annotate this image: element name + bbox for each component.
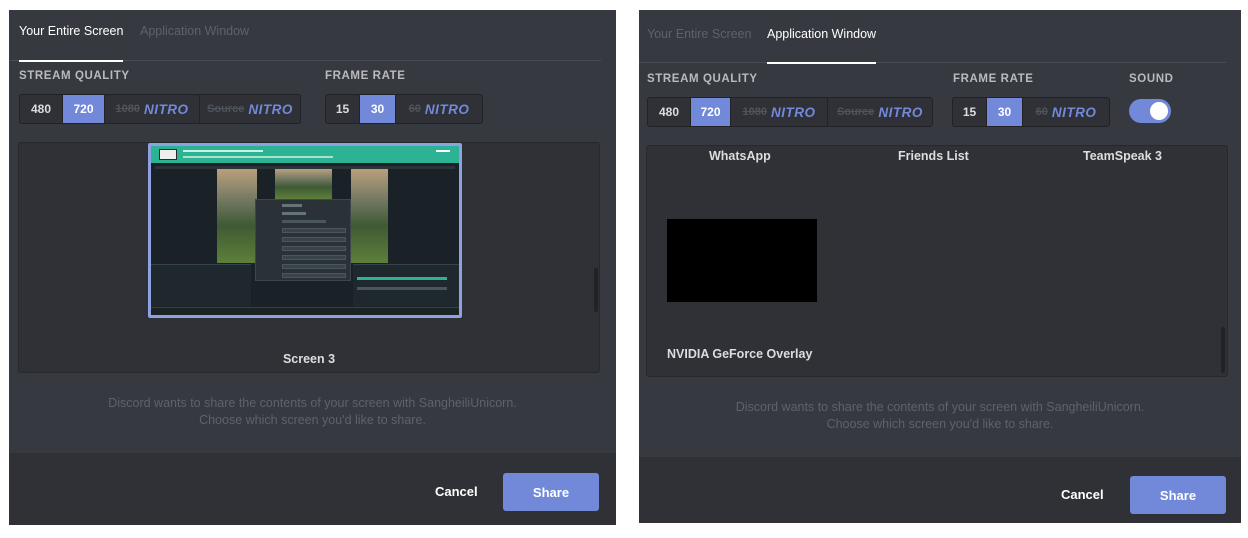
frame-rate-selector: 15 30 60 NITRO	[952, 97, 1110, 127]
fps-60-label: 60	[1035, 106, 1048, 118]
share-description-line-2: Choose which screen you'd like to share.	[826, 417, 1054, 431]
source-whatsapp-label[interactable]: WhatsApp	[709, 149, 771, 163]
stream-quality-label: STREAM QUALITY	[19, 70, 130, 82]
source-friends-list-label[interactable]: Friends List	[898, 149, 969, 163]
share-description-line-1: Discord wants to share the contents of y…	[735, 400, 1145, 414]
application-source-list: WhatsApp Friends List TeamSpeak 3 NVIDIA…	[646, 145, 1228, 377]
frame-rate-label: FRAME RATE	[953, 73, 1034, 85]
quality-1080-nitro-button[interactable]: 1080 NITRO	[731, 98, 828, 126]
stream-quality-selector: 480 720 1080 NITRO Source NITRO	[647, 97, 933, 127]
fps-60-label: 60	[408, 103, 421, 115]
quality-source-nitro-button[interactable]: Source NITRO	[200, 95, 300, 123]
stream-quality-selector: 480 720 1080 NITRO Source NITRO	[19, 94, 301, 124]
source-list-scrollbar[interactable]	[1221, 327, 1225, 373]
source-list-scrollbar[interactable]	[594, 268, 598, 312]
cancel-button[interactable]: Cancel	[435, 484, 478, 499]
fps-30-button[interactable]: 30	[360, 95, 396, 123]
screen-preview-image	[151, 146, 459, 315]
cancel-button[interactable]: Cancel	[1061, 487, 1104, 502]
frame-rate-selector: 15 30 60 NITRO	[325, 94, 483, 124]
quality-source-nitro-button[interactable]: Source NITRO	[828, 98, 932, 126]
nitro-badge: NITRO	[770, 104, 816, 120]
share-button[interactable]: Share	[1130, 476, 1226, 514]
fps-15-button[interactable]: 15	[326, 95, 360, 123]
nitro-badge: NITRO	[143, 101, 189, 117]
screen-3-label: Screen 3	[282, 352, 336, 366]
tab-application-window[interactable]: Application Window	[767, 10, 877, 64]
nitro-badge: NITRO	[878, 104, 923, 120]
nitro-badge: NITRO	[248, 101, 293, 117]
source-nvidia-overlay-label[interactable]: NVIDIA GeForce Overlay	[667, 347, 812, 361]
quality-source-label: Source	[837, 106, 875, 118]
share-description-line-2: Choose which screen you'd like to share.	[199, 413, 426, 427]
screen-source-list: Screen 3	[18, 142, 600, 373]
quality-720-button[interactable]: 720	[63, 95, 105, 123]
quality-480-button[interactable]: 480	[648, 98, 691, 126]
nitro-badge: NITRO	[1051, 104, 1097, 120]
source-teamspeak-label[interactable]: TeamSpeak 3	[1083, 149, 1162, 163]
source-tabs: Your Entire Screen Application Window	[639, 10, 1226, 64]
fps-60-nitro-button[interactable]: 60 NITRO	[396, 95, 482, 123]
nvidia-overlay-thumbnail[interactable]	[667, 219, 817, 302]
share-description-line-1: Discord wants to share the contents of y…	[108, 396, 517, 410]
fps-15-button[interactable]: 15	[953, 98, 987, 126]
screen-share-dialog-right: Your Entire Screen Application Window ST…	[639, 10, 1241, 523]
share-description: Discord wants to share the contents of y…	[639, 399, 1241, 433]
tab-application-window[interactable]: Application Window	[140, 10, 249, 61]
screen-share-dialog-left: Your Entire Screen Application Window ST…	[9, 10, 616, 525]
sound-label: SOUND	[1129, 73, 1174, 85]
sound-toggle[interactable]	[1129, 99, 1171, 123]
tab-entire-screen[interactable]: Your Entire Screen	[19, 10, 124, 62]
share-button[interactable]: Share	[503, 473, 599, 511]
sound-toggle-knob	[1150, 102, 1168, 120]
quality-1080-label: 1080	[115, 103, 140, 115]
screen-3-thumbnail[interactable]	[148, 143, 462, 318]
stream-quality-label: STREAM QUALITY	[647, 73, 758, 85]
tab-entire-screen[interactable]: Your Entire Screen	[647, 10, 751, 63]
quality-1080-label: 1080	[742, 106, 767, 118]
dialog-footer: Cancel Share	[9, 453, 616, 525]
fps-30-button[interactable]: 30	[987, 98, 1023, 126]
frame-rate-label: FRAME RATE	[325, 70, 406, 82]
quality-source-label: Source	[207, 103, 245, 115]
quality-720-button[interactable]: 720	[691, 98, 731, 126]
source-tabs: Your Entire Screen Application Window	[9, 10, 601, 62]
quality-480-button[interactable]: 480	[20, 95, 63, 123]
quality-1080-nitro-button[interactable]: 1080 NITRO	[105, 95, 200, 123]
dialog-footer: Cancel Share	[639, 457, 1241, 523]
fps-60-nitro-button[interactable]: 60 NITRO	[1023, 98, 1109, 126]
share-description: Discord wants to share the contents of y…	[9, 395, 616, 429]
nitro-badge: NITRO	[424, 101, 470, 117]
